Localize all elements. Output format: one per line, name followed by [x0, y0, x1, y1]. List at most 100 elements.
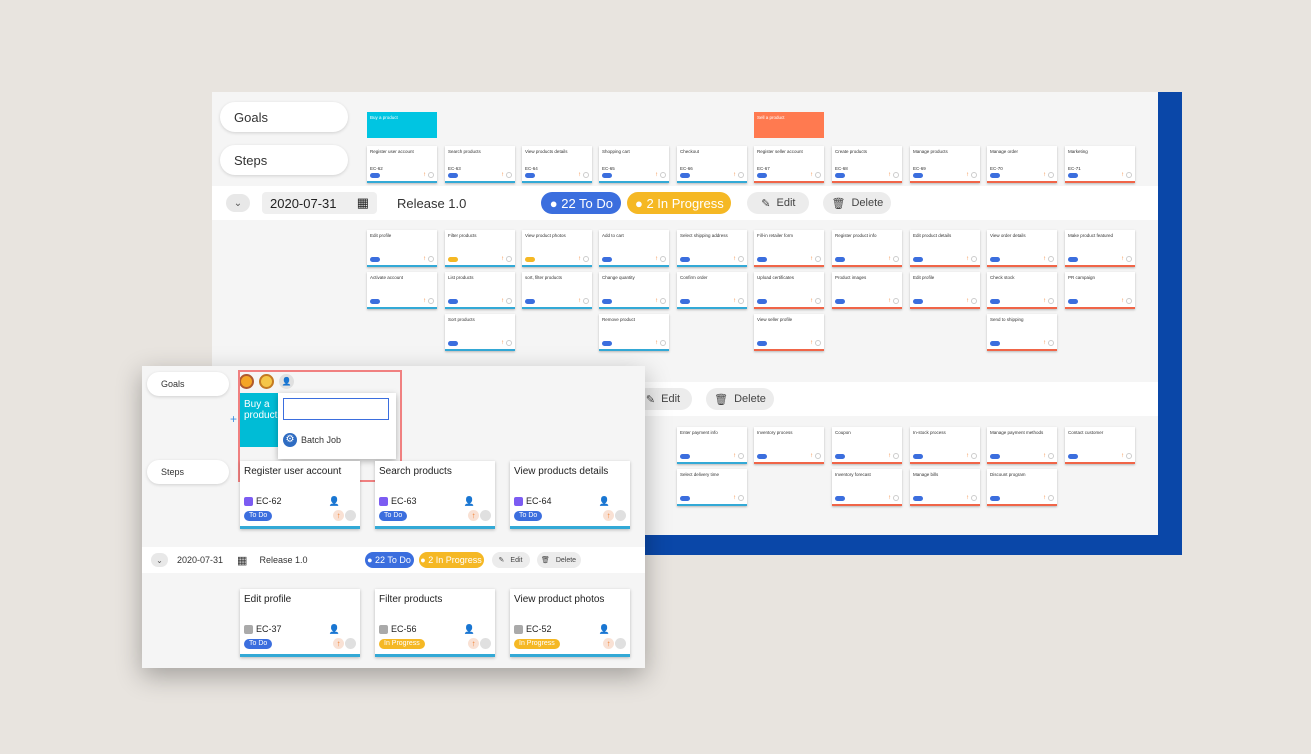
- story-card[interactable]: Enter payment info ↑: [677, 427, 747, 464]
- in-progress-badge[interactable]: ● 2 In Progress: [418, 552, 484, 568]
- story-card[interactable]: Register seller account EC-67 ↑: [754, 146, 824, 183]
- story-card[interactable]: Edit product details ↑: [910, 230, 980, 267]
- story-card[interactable]: sort, filter products ↑: [522, 272, 592, 309]
- story-card[interactable]: View order details ↑: [987, 230, 1057, 267]
- story-card[interactable]: Register user account EC-62 ↑: [367, 146, 437, 183]
- story-card[interactable]: Product images ↑: [832, 272, 902, 309]
- story-card[interactable]: Register user account EC-62 👤 To Do ↑: [240, 461, 360, 529]
- assignee-icon: [1126, 172, 1132, 178]
- story-card[interactable]: Inventory forecast ↑: [832, 469, 902, 506]
- calendar-icon[interactable]: ▦: [357, 195, 369, 211]
- story-title: Register product info: [835, 233, 877, 238]
- assignee-icon: [583, 256, 589, 262]
- story-card[interactable]: View products details EC-64 👤 To Do ↑: [510, 461, 630, 529]
- story-card[interactable]: Shopping cart EC-65 ↑: [599, 146, 669, 183]
- search-input[interactable]: [283, 398, 389, 420]
- delete-button[interactable]: 🗑 Delete: [823, 192, 892, 214]
- release-name[interactable]: Release 1.0: [259, 555, 307, 565]
- story-card[interactable]: Filter products ↑: [445, 230, 515, 267]
- edit-button[interactable]: ✎ Edit: [747, 192, 810, 214]
- story-card[interactable]: View seller profile ↑: [754, 314, 824, 351]
- story-card[interactable]: Select shipping address ↑: [677, 230, 747, 267]
- delete-button[interactable]: 🗑 Delete: [536, 552, 581, 568]
- story-card[interactable]: Discount program ↑: [987, 469, 1057, 506]
- story-card[interactable]: Remove product ↑: [599, 314, 669, 351]
- collapse-chevron-icon[interactable]: ⌄: [226, 194, 250, 212]
- story-card[interactable]: Check stock ↑: [987, 272, 1057, 309]
- story-card[interactable]: Manage bills ↑: [910, 469, 980, 506]
- story-card[interactable]: Send to shipping ↑: [987, 314, 1057, 351]
- priority-arrow-icon: ↑: [603, 510, 614, 521]
- story-card[interactable]: Coupon ↑: [832, 427, 902, 464]
- story-card[interactable]: Filter products EC-56 👤 In Progress ↑: [375, 589, 495, 657]
- assignee-icon: [428, 172, 434, 178]
- story-card[interactable]: Select delivery time ↑: [677, 469, 747, 506]
- assignee-icon: [660, 256, 666, 262]
- in-progress-badge[interactable]: ● 2 In Progress: [627, 192, 732, 214]
- story-card[interactable]: Fill-in retailer form ↑: [754, 230, 824, 267]
- story-card[interactable]: PR campaign ↑: [1065, 272, 1135, 309]
- calendar-icon[interactable]: ▦: [237, 554, 247, 567]
- story-card[interactable]: Edit profile EC-37 👤 To Do ↑: [240, 589, 360, 657]
- story-id: EC-66: [680, 166, 693, 171]
- story-title: Coupon: [835, 430, 851, 435]
- story-id-text: EC-63: [391, 496, 417, 506]
- story-title: Filter products: [379, 594, 443, 605]
- collapse-chevron-icon[interactable]: ⌄: [151, 553, 168, 567]
- story-card[interactable]: Manage products EC-69 ↑: [910, 146, 980, 183]
- assignee-icon: [428, 256, 434, 262]
- story-id: EC-69: [913, 166, 926, 171]
- story-card[interactable]: Activate account ↑: [367, 272, 437, 309]
- assignee-icon: [738, 453, 744, 459]
- story-card[interactable]: Search products EC-63 ↑: [445, 146, 515, 183]
- priority-arrow-icon: ↑: [578, 298, 581, 304]
- avatar-icon[interactable]: [239, 374, 254, 389]
- release-name[interactable]: Release 1.0: [397, 196, 466, 211]
- story-title: Select shipping address: [680, 233, 728, 238]
- status-badge: [835, 257, 845, 262]
- priority-arrow-icon: ↑: [810, 298, 813, 304]
- todo-badge[interactable]: ● 22 To Do: [364, 552, 414, 568]
- story-card[interactable]: Confirm order ↑: [677, 272, 747, 309]
- story-card[interactable]: Change quantity ↑: [599, 272, 669, 309]
- assignee-icon: [660, 298, 666, 304]
- todo-badge[interactable]: ● 22 To Do: [541, 192, 622, 214]
- edit-button[interactable]: ✎ Edit: [491, 552, 530, 568]
- story-id-text: EC-37: [256, 624, 282, 634]
- story-card[interactable]: Upload certificates ↑: [754, 272, 824, 309]
- story-card[interactable]: View product photos EC-52 👤 In Progress ↑: [510, 589, 630, 657]
- goal-card[interactable]: Buy a product: [367, 112, 437, 138]
- story-card[interactable]: Make product featured ↑: [1065, 230, 1135, 267]
- story-card[interactable]: Create products EC-68 ↑: [832, 146, 902, 183]
- release-date-field[interactable]: 2020-07-31 ▦: [262, 192, 377, 214]
- status-badge: [1068, 299, 1078, 304]
- story-card[interactable]: Marketing EC-71 ↑: [1065, 146, 1135, 183]
- story-card[interactable]: Sort products ↑: [445, 314, 515, 351]
- story-card[interactable]: Inventory process ↑: [754, 427, 824, 464]
- story-card[interactable]: Add to cart ↑: [599, 230, 669, 267]
- story-title: Send to shipping: [990, 317, 1024, 322]
- status-badge: To Do: [244, 639, 273, 649]
- story-card[interactable]: Contact customer ↑: [1065, 427, 1135, 464]
- status-badge: [1068, 173, 1078, 178]
- delete-button-2[interactable]: 🗑 Delete: [706, 388, 774, 410]
- story-card[interactable]: In-stock process ↑: [910, 427, 980, 464]
- story-card[interactable]: Edit profile ↑: [910, 272, 980, 309]
- release-date[interactable]: 2020-07-31: [177, 555, 223, 565]
- story-card[interactable]: View product photos ↑: [522, 230, 592, 267]
- story-card[interactable]: Search products EC-63 👤 To Do ↑: [375, 461, 495, 529]
- story-card[interactable]: List products ↑: [445, 272, 515, 309]
- add-user-icon[interactable]: 👤: [279, 374, 294, 389]
- story-card[interactable]: Manage order EC-70 ↑: [987, 146, 1057, 183]
- add-icon[interactable]: +: [230, 412, 237, 426]
- story-card[interactable]: View products details EC-64 ↑: [522, 146, 592, 183]
- goal-card[interactable]: Sell a product: [754, 112, 824, 138]
- story-type-icon: [514, 624, 523, 634]
- story-title: Marketing: [1068, 149, 1088, 154]
- story-card[interactable]: Edit profile ↑: [367, 230, 437, 267]
- story-card[interactable]: Manage payment methods ↑: [987, 427, 1057, 464]
- batch-job-item[interactable]: ⚙ Batch Job: [283, 433, 341, 447]
- story-card[interactable]: Checkout EC-66 ↑: [677, 146, 747, 183]
- story-card[interactable]: Register product info ↑: [832, 230, 902, 267]
- avatar-icon[interactable]: [259, 374, 274, 389]
